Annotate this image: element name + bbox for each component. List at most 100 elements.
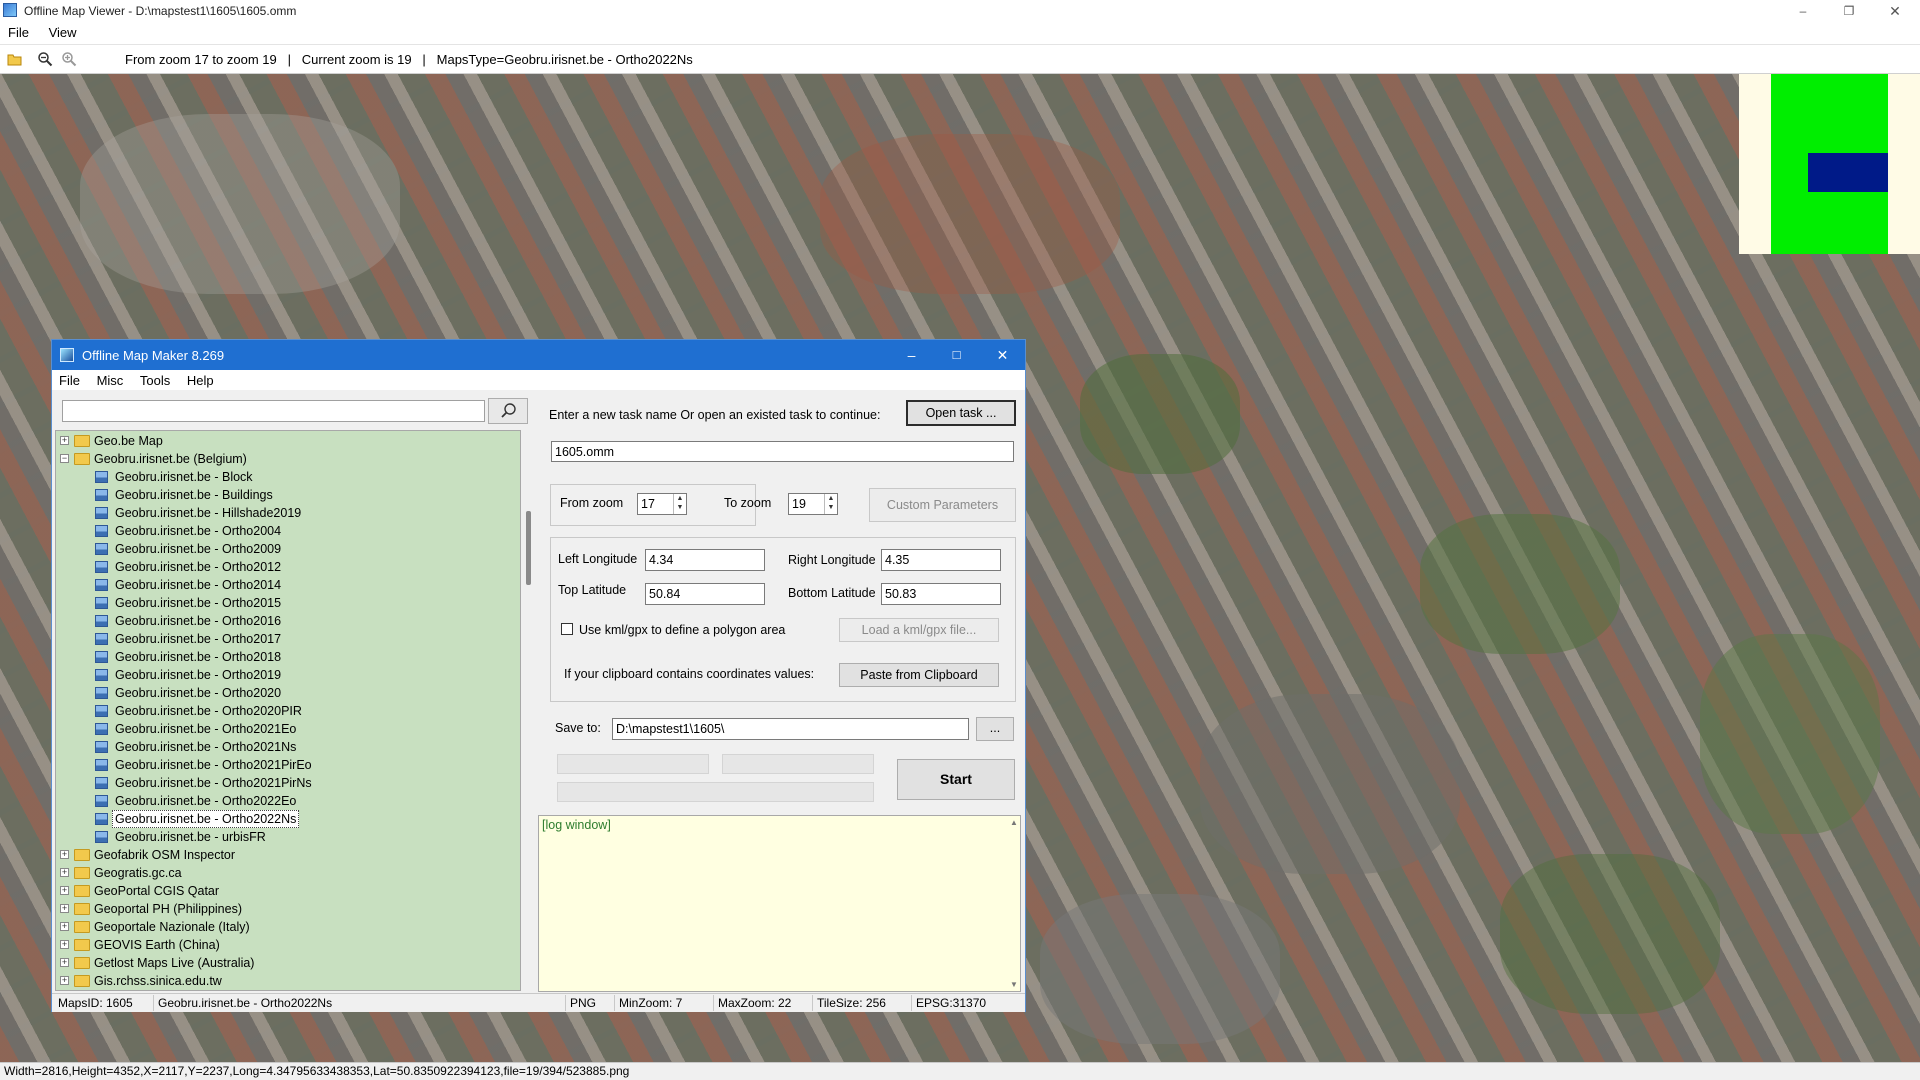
from-zoom-input[interactable]: 17 ▲ ▼ (637, 493, 687, 515)
spin-down-icon[interactable]: ▼ (825, 503, 837, 512)
to-zoom-value: 19 (792, 497, 806, 511)
tree-scrollbar[interactable] (525, 434, 533, 991)
dialog-minimize-icon[interactable]: – (889, 340, 934, 370)
search-input[interactable] (62, 400, 485, 422)
folder-icon (74, 939, 90, 951)
tree-map-item[interactable]: Geobru.irisnet.be - urbisFR (56, 828, 516, 846)
dialog-menu-file[interactable]: File (52, 370, 86, 388)
expand-icon[interactable]: + (60, 886, 69, 895)
right-longitude-label: Right Longitude (788, 553, 876, 567)
tree-map-item[interactable]: Geobru.irisnet.be - Ortho2012 (56, 558, 516, 576)
zoom-in-icon[interactable] (61, 51, 77, 67)
tree-map-item[interactable]: Geobru.irisnet.be - Ortho2017 (56, 630, 516, 648)
tree-map-item[interactable]: Geobru.irisnet.be - Ortho2022Eo (56, 792, 516, 810)
tree-folder-item[interactable]: + Getlost Maps Live (Australia) (56, 954, 516, 972)
tree-map-item[interactable]: Geobru.irisnet.be - Ortho2021PirEo (56, 756, 516, 774)
map-layer-icon (95, 687, 108, 699)
tree-map-item[interactable]: Geobru.irisnet.be - Ortho2020PIR (56, 702, 516, 720)
folder-open-icon[interactable] (7, 51, 23, 67)
collapse-icon[interactable]: − (60, 454, 69, 463)
from-zoom-label: From zoom (560, 496, 624, 510)
tree-map-item[interactable]: Geobru.irisnet.be - Buildings (56, 486, 516, 504)
tree-map-item[interactable]: Geobru.irisnet.be - Ortho2009 (56, 540, 516, 558)
spin-down-icon[interactable]: ▼ (674, 503, 686, 512)
dialog-maximize-icon[interactable]: □ (934, 340, 979, 370)
load-kml-button[interactable]: Load a kml/gpx file... (839, 618, 999, 642)
save-path-input[interactable]: D:\mapstest1\1605\ (612, 718, 969, 740)
tree-folder-item[interactable]: − Geobru.irisnet.be (Belgium) (56, 450, 516, 468)
tree-folder-item[interactable]: + GeoPortal CGIS Qatar (56, 882, 516, 900)
expand-icon[interactable]: + (60, 922, 69, 931)
spin-up-icon[interactable]: ▲ (674, 494, 686, 503)
map-layer-icon (95, 561, 108, 573)
kml-checkbox[interactable] (561, 623, 573, 635)
tree-map-item[interactable]: Geobru.irisnet.be - Ortho2004 (56, 522, 516, 540)
expand-icon[interactable]: + (60, 436, 69, 445)
tree-map-item[interactable]: Geobru.irisnet.be - Block (56, 468, 516, 486)
expand-icon[interactable]: + (60, 904, 69, 913)
minimap[interactable] (1739, 74, 1920, 254)
task-name-input[interactable]: 1605.omm (551, 441, 1014, 462)
tree-folder-item[interactable]: + Geoportale Nazionale (Italy) (56, 918, 516, 936)
start-button[interactable]: Start (897, 759, 1015, 800)
menu-file[interactable]: File (0, 22, 37, 40)
menu-view[interactable]: View (41, 22, 85, 40)
save-to-label: Save to: (555, 721, 601, 735)
close-icon[interactable]: ✕ (1872, 0, 1918, 22)
custom-parameters-button[interactable]: Custom Parameters (869, 488, 1016, 522)
log-scrollbar[interactable]: ▲ ▼ (1008, 816, 1020, 991)
right-longitude-input[interactable]: 4.35 (881, 549, 1001, 571)
minimap-viewport[interactable] (1808, 153, 1888, 192)
log-window[interactable]: [log window] ▲ ▼ (538, 815, 1021, 992)
maximize-icon[interactable]: ❐ (1826, 0, 1872, 22)
top-latitude-input[interactable]: 50.84 (645, 583, 765, 605)
zoom-info-text: From zoom 17 to zoom 19 | Current zoom i… (125, 52, 693, 67)
browse-button[interactable]: ... (976, 717, 1014, 741)
dialog-menu-misc[interactable]: Misc (90, 370, 130, 388)
zoom-out-icon[interactable] (37, 51, 53, 67)
scroll-down-icon[interactable]: ▼ (1010, 980, 1018, 989)
tree-scrollbar-thumb[interactable] (526, 511, 531, 585)
expand-icon[interactable]: + (60, 976, 69, 985)
tree-folder-item[interactable]: + Gis.rchss.sinica.edu.tw (56, 972, 516, 990)
tree-folder-item[interactable]: + GEOVIS Earth (China) (56, 936, 516, 954)
expand-icon[interactable]: + (60, 940, 69, 949)
tree-item-label: Geobru.irisnet.be - Block (115, 470, 253, 484)
bottom-latitude-input[interactable]: 50.83 (881, 583, 1001, 605)
expand-icon[interactable]: + (60, 958, 69, 967)
minimize-icon[interactable]: – (1780, 0, 1826, 22)
expand-icon[interactable]: + (60, 868, 69, 877)
tree-map-item[interactable]: Geobru.irisnet.be - Ortho2019 (56, 666, 516, 684)
scroll-up-icon[interactable]: ▲ (1010, 818, 1018, 827)
tree-map-item[interactable]: Geobru.irisnet.be - Ortho2021Ns (56, 738, 516, 756)
dialog-menu-tools[interactable]: Tools (133, 370, 176, 388)
tree-folder-item[interactable]: + Geoportal PH (Philippines) (56, 900, 516, 918)
open-task-button[interactable]: Open task ... (906, 400, 1016, 426)
search-button[interactable] (488, 398, 528, 424)
from-zoom-spinner[interactable]: ▲ ▼ (673, 494, 686, 514)
tree-map-item[interactable]: Geobru.irisnet.be - Ortho2014 (56, 576, 516, 594)
tree-map-item[interactable]: Geobru.irisnet.be - Ortho2021Eo (56, 720, 516, 738)
tree-map-item[interactable]: Geobru.irisnet.be - Ortho2015 (56, 594, 516, 612)
tree-map-item[interactable]: Geobru.irisnet.be - Hillshade2019 (56, 504, 516, 522)
map-source-tree[interactable]: + Geo.be Map − Geobru.irisnet.be (Belgium) G… (55, 430, 521, 991)
dialog-close-icon[interactable]: ✕ (980, 340, 1025, 370)
status-tile-size: TileSize: 256 (817, 996, 886, 1010)
tree-map-item[interactable]: Geobru.irisnet.be - Ortho2020 (56, 684, 516, 702)
tree-map-item[interactable]: Geobru.irisnet.be - Ortho2022Ns (56, 810, 516, 828)
paste-from-clipboard-button[interactable]: Paste from Clipboard (839, 663, 999, 687)
dialog-menu-help[interactable]: Help (180, 370, 220, 388)
expand-icon[interactable]: + (60, 850, 69, 859)
tree-item-label: Geogratis.gc.ca (94, 866, 182, 880)
tree-folder-item[interactable]: + Geogratis.gc.ca (56, 864, 516, 882)
to-zoom-spinner[interactable]: ▲ ▼ (824, 494, 837, 514)
tree-map-item[interactable]: Geobru.irisnet.be - Ortho2021PirNs (56, 774, 516, 792)
left-longitude-input[interactable]: 4.34 (645, 549, 765, 571)
tree-folder-item[interactable]: + Geo.be Map (56, 432, 516, 450)
spin-up-icon[interactable]: ▲ (825, 494, 837, 503)
tree-map-item[interactable]: Geobru.irisnet.be - Ortho2016 (56, 612, 516, 630)
to-zoom-input[interactable]: 19 ▲ ▼ (788, 493, 838, 515)
tree-map-item[interactable]: Geobru.irisnet.be - Ortho2018 (56, 648, 516, 666)
tree-folder-item[interactable]: + Geofabrik OSM Inspector (56, 846, 516, 864)
status-text: Width=2816,Height=4352,X=2117,Y=2237,Lon… (4, 1064, 630, 1078)
